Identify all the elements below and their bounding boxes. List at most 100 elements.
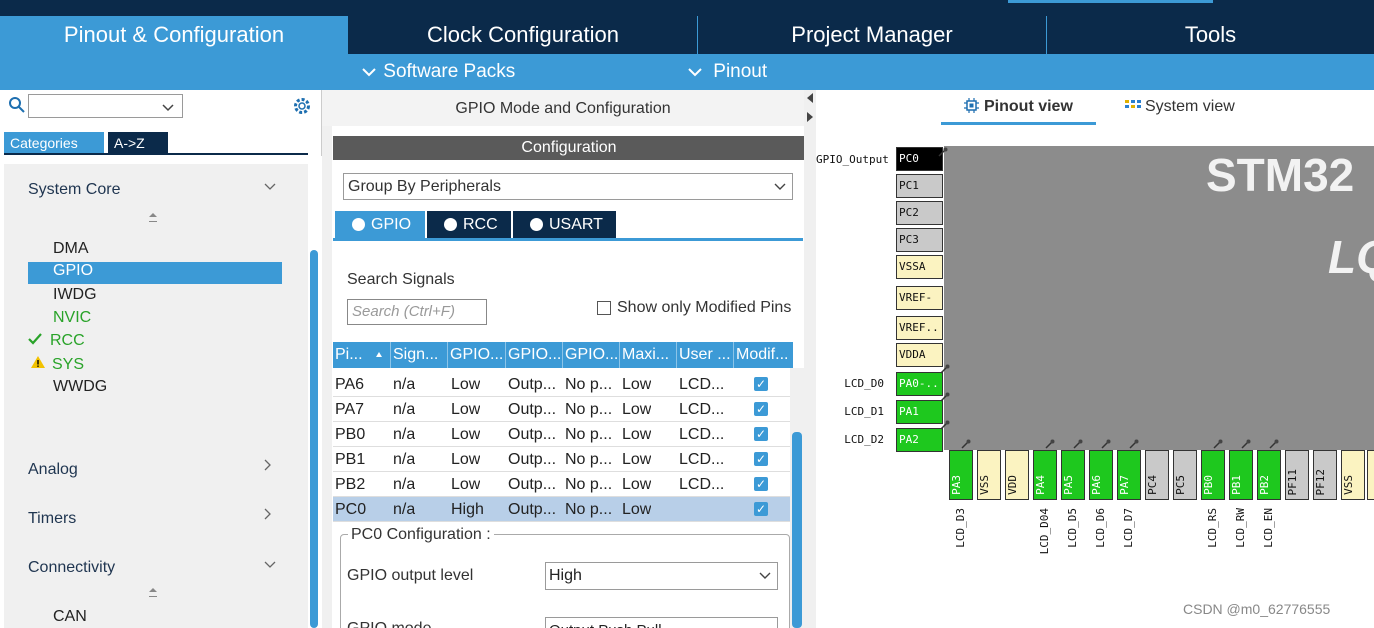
pinout-menu[interactable]: Pinout bbox=[688, 54, 767, 90]
core-item-sys[interactable]: SYS bbox=[30, 355, 84, 374]
pin-pf12[interactable]: PF12 bbox=[1313, 450, 1337, 500]
scroll-up-icon[interactable] bbox=[148, 212, 158, 227]
col-signal[interactable]: Sign... bbox=[391, 342, 448, 368]
pin-lock-icon bbox=[1269, 436, 1279, 449]
pin-partial[interactable] bbox=[1367, 450, 1374, 500]
pin-pa7[interactable]: PA7 bbox=[1117, 450, 1141, 500]
pin-pb1[interactable]: PB1 bbox=[1229, 450, 1253, 500]
table-row[interactable]: PB1 n/a Low Outp... No p... Low LCD... ✓ bbox=[333, 447, 793, 472]
table-row[interactable]: PA7 n/a Low Outp... No p... Low LCD... ✓ bbox=[333, 397, 793, 422]
table-row[interactable]: PB2 n/a Low Outp... No p... Low LCD... ✓ bbox=[333, 472, 793, 497]
pin-vdda[interactable]: VDDA bbox=[896, 343, 943, 367]
group-analog[interactable]: Analog bbox=[28, 461, 78, 479]
col-modified[interactable]: Modif... bbox=[734, 342, 793, 368]
col-user-label[interactable]: User ... bbox=[677, 342, 734, 368]
pin-pa2[interactable]: PA2 bbox=[896, 428, 943, 452]
tab-a-z[interactable]: A->Z bbox=[108, 132, 168, 154]
table-row-selected[interactable]: PC0 n/a High Outp... No p... Low ✓ bbox=[333, 497, 793, 522]
pin-pa5[interactable]: PA5 bbox=[1061, 450, 1085, 500]
pin-pc5[interactable]: PC5 bbox=[1173, 450, 1197, 500]
scroll-up-icon[interactable] bbox=[148, 587, 158, 602]
group-system-core[interactable]: System Core bbox=[28, 181, 120, 199]
pin-pc4[interactable]: PC4 bbox=[1145, 450, 1169, 500]
core-item-dma[interactable]: DMA bbox=[53, 240, 89, 258]
core-item-nvic[interactable]: NVIC bbox=[53, 309, 91, 327]
pin-vref-plus[interactable]: VREF.. bbox=[896, 316, 943, 340]
modified-checkbox[interactable]: ✓ bbox=[754, 402, 768, 416]
col-max-speed[interactable]: Maxi... bbox=[620, 342, 677, 368]
group-timers[interactable]: Timers bbox=[28, 510, 76, 528]
pins-table-header: Pi... Sign... GPIO... GPIO... GPIO... Ma… bbox=[333, 342, 793, 368]
chevron-down-icon[interactable] bbox=[264, 178, 276, 195]
pin-pc1[interactable]: PC1 bbox=[896, 174, 943, 198]
search-signals-input[interactable]: Search (Ctrl+F) bbox=[347, 299, 487, 325]
col-gpio-output-level[interactable]: GPIO... bbox=[448, 342, 506, 368]
group-by-select[interactable]: Group By Peripherals bbox=[343, 173, 793, 200]
gpio-output-level-label: GPIO output level bbox=[347, 567, 474, 584]
tab-usart[interactable]: USART bbox=[513, 211, 616, 238]
col-pin[interactable]: Pi... bbox=[333, 342, 391, 368]
pin-vss[interactable]: VSS bbox=[1341, 450, 1365, 500]
pin-signal-label: LCD_D3 bbox=[954, 508, 967, 548]
categories-scrollbar[interactable] bbox=[310, 250, 318, 628]
modified-checkbox[interactable]: ✓ bbox=[754, 427, 768, 441]
pin-pa4[interactable]: PA4 bbox=[1033, 450, 1057, 500]
pin-pb0[interactable]: PB0 bbox=[1201, 450, 1225, 500]
pin-pa1[interactable]: PA1 bbox=[896, 400, 943, 424]
core-item-wwdg[interactable]: WWDG bbox=[53, 378, 107, 396]
pin-signal-label: GPIO_Output bbox=[816, 153, 889, 166]
tab-gpio[interactable]: GPIO bbox=[335, 211, 425, 238]
tab-pinout-view[interactable]: Pinout view bbox=[964, 98, 1073, 118]
pin-pa6[interactable]: PA6 bbox=[1089, 450, 1113, 500]
chevron-down-icon[interactable] bbox=[264, 556, 276, 573]
modified-checkbox[interactable]: ✓ bbox=[754, 477, 768, 491]
chevron-right-icon[interactable] bbox=[264, 507, 272, 524]
pin-vss[interactable]: VSS bbox=[977, 450, 1001, 500]
col-gpio-mode[interactable]: GPIO... bbox=[506, 342, 563, 368]
search-icon[interactable] bbox=[8, 96, 26, 114]
pin-pf11[interactable]: PF11 bbox=[1285, 450, 1309, 500]
pin-pc2[interactable]: PC2 bbox=[896, 201, 943, 225]
pin-vdd[interactable]: VDD bbox=[1005, 450, 1029, 500]
pin-pb2[interactable]: PB2 bbox=[1257, 450, 1281, 500]
software-packs-menu[interactable]: Software Packs bbox=[362, 54, 515, 90]
group-by-value: Group By Peripherals bbox=[348, 178, 501, 195]
panel-collapse-strip[interactable] bbox=[804, 90, 816, 628]
gear-icon[interactable] bbox=[292, 96, 312, 116]
periph-tabs-underline bbox=[333, 238, 803, 241]
tab-pinout-configuration[interactable]: Pinout & Configuration bbox=[0, 16, 348, 54]
search-combobox[interactable] bbox=[28, 94, 183, 118]
chevron-right-icon[interactable] bbox=[264, 458, 272, 475]
tab-tools[interactable]: Tools bbox=[1047, 16, 1374, 54]
modified-checkbox[interactable]: ✓ bbox=[754, 377, 768, 391]
table-row[interactable]: PA6 n/a Low Outp... No p... Low LCD... ✓ bbox=[333, 372, 793, 397]
cell-pin: PA6 bbox=[335, 376, 365, 393]
tab-rcc[interactable]: RCC bbox=[427, 211, 511, 238]
gpio-output-level-value: High bbox=[549, 567, 582, 584]
core-item-rcc[interactable]: RCC bbox=[28, 332, 85, 350]
connectivity-item-can[interactable]: CAN bbox=[53, 608, 87, 626]
tab-system-view[interactable]: System view bbox=[1125, 98, 1235, 118]
gpio-output-level-select[interactable]: High bbox=[545, 562, 778, 590]
pin-pa3[interactable]: PA3 bbox=[949, 450, 973, 500]
core-item-sys-label: SYS bbox=[52, 356, 85, 373]
pin-pa0[interactable]: PA0-.. bbox=[896, 372, 943, 396]
modified-checkbox[interactable]: ✓ bbox=[754, 502, 768, 516]
table-row[interactable]: PB0 n/a Low Outp... No p... Low LCD... ✓ bbox=[333, 422, 793, 447]
tab-usart-label: USART bbox=[549, 216, 603, 233]
modified-checkbox[interactable]: ✓ bbox=[754, 452, 768, 466]
tab-categories[interactable]: Categories bbox=[4, 132, 104, 154]
pin-pc3[interactable]: PC3 bbox=[896, 228, 943, 252]
group-connectivity[interactable]: Connectivity bbox=[28, 559, 115, 577]
pin-vssa[interactable]: VSSA bbox=[896, 255, 943, 279]
core-item-iwdg[interactable]: IWDG bbox=[53, 286, 97, 304]
gpio-mode-select[interactable]: Output Push Pull bbox=[545, 617, 778, 628]
tab-project-manager[interactable]: Project Manager bbox=[698, 16, 1046, 54]
show-modified-checkbox[interactable] bbox=[597, 301, 611, 315]
tab-clock-configuration[interactable]: Clock Configuration bbox=[349, 16, 697, 54]
pin-pc0[interactable]: PC0 bbox=[896, 147, 943, 171]
col-gpio-pull[interactable]: GPIO... bbox=[563, 342, 620, 368]
core-item-gpio[interactable]: GPIO bbox=[28, 262, 282, 284]
config-scrollbar[interactable] bbox=[792, 432, 802, 628]
pin-vref-minus[interactable]: VREF- bbox=[896, 286, 943, 310]
